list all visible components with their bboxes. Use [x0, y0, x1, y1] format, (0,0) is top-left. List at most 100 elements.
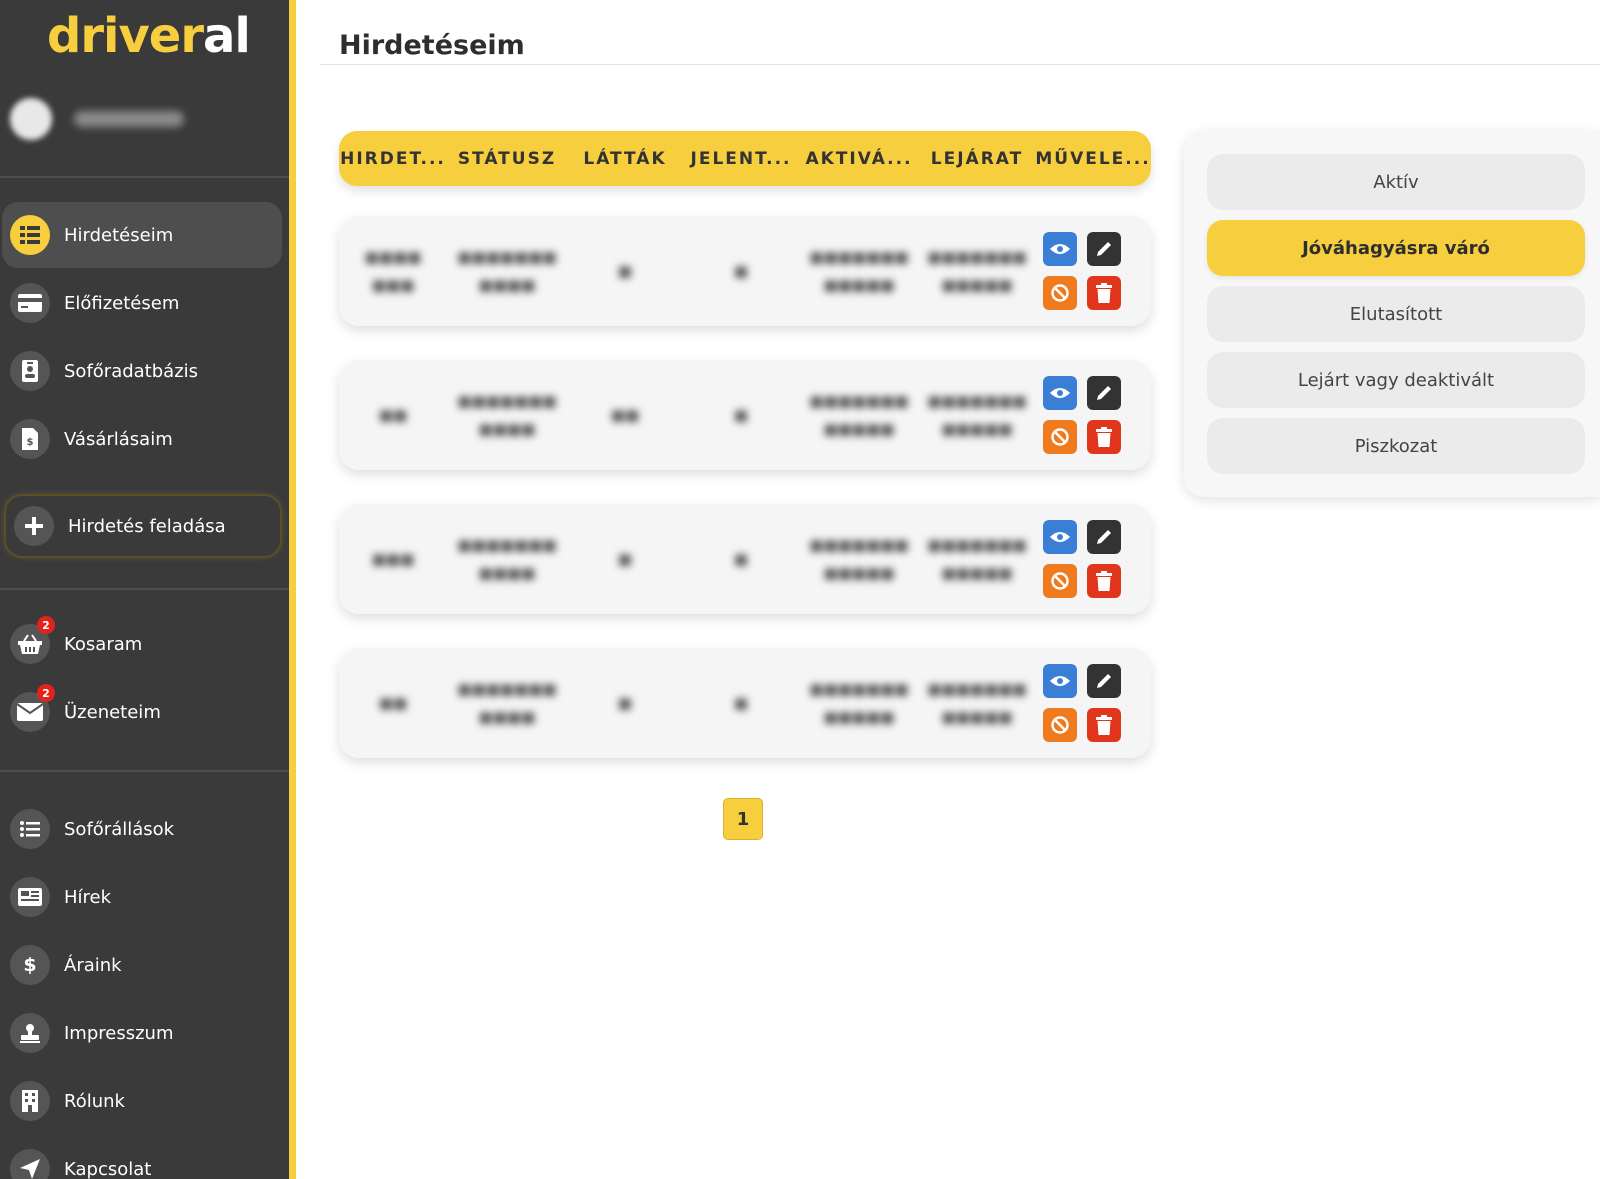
column-header[interactable]: LÁTTÁK	[567, 149, 683, 169]
filter-expired-or-deactivated[interactable]: Lejárt vagy deaktivált	[1207, 352, 1585, 408]
delete-button[interactable]	[1087, 420, 1121, 454]
row-actions	[1043, 376, 1121, 454]
cell-expiry: ■■■■■■■ ■■■■■	[927, 392, 1027, 438]
sidebar-item-kapcsolat[interactable]: Kapcsolat	[2, 1136, 282, 1179]
table-row[interactable]: ■■■■ ■■■ ■■■■■■■ ■■■■ ■ ■ ■■■■■■■ ■■■■■ ■■■…	[339, 216, 1151, 326]
cell-activated: ■■■■■■■ ■■■■■	[809, 680, 909, 726]
eye-icon	[1050, 532, 1070, 542]
column-header[interactable]: HIRDET...	[339, 149, 447, 169]
sidebar-item-uzeneteim[interactable]: 2 Üzeneteim	[2, 679, 282, 745]
edit-button[interactable]	[1087, 232, 1121, 266]
paper-plane-icon	[10, 1149, 50, 1179]
trash-icon	[1096, 571, 1112, 591]
plus-icon	[14, 506, 54, 546]
cell-views: ■	[617, 262, 633, 280]
title-divider	[320, 64, 1600, 65]
trash-icon	[1096, 715, 1112, 735]
cell-ad: ■■	[378, 406, 408, 424]
cell-expiry: ■■■■■■■ ■■■■■	[927, 248, 1027, 294]
trash-icon	[1096, 427, 1112, 447]
cell-ad: ■■	[378, 694, 408, 712]
deactivate-button[interactable]	[1043, 276, 1077, 310]
sidebar-item-hirek[interactable]: Hírek	[2, 864, 282, 930]
cell-reports: ■	[733, 406, 749, 424]
avatar	[10, 98, 52, 140]
cell-activated: ■■■■■■■ ■■■■■	[809, 392, 909, 438]
view-button[interactable]	[1043, 664, 1077, 698]
cell-expiry: ■■■■■■■ ■■■■■	[927, 680, 1027, 726]
filter-pending-approval[interactable]: Jóváhagyásra váró	[1207, 220, 1585, 276]
deactivate-button[interactable]	[1043, 708, 1077, 742]
sidebar-item-elofizetesem[interactable]: Előfizetésem	[2, 270, 282, 336]
ban-icon	[1051, 572, 1069, 590]
delete-button[interactable]	[1087, 564, 1121, 598]
ban-icon	[1051, 428, 1069, 446]
sidebar-divider	[0, 770, 289, 772]
dollar-icon: $	[10, 945, 50, 985]
sidebar-item-soforallasok[interactable]: Sofőrállások	[2, 796, 282, 862]
pencil-icon	[1097, 386, 1111, 400]
sidebar-item-rolunk[interactable]: Rólunk	[2, 1068, 282, 1134]
building-icon	[10, 1081, 50, 1121]
cell-activated: ■■■■■■■ ■■■■■	[809, 248, 909, 294]
edit-button[interactable]	[1087, 664, 1121, 698]
cell-ad: ■■■	[371, 550, 415, 568]
table-row[interactable]: ■■ ■■■■■■■ ■■■■ ■ ■ ■■■■■■■ ■■■■■ ■■■■■■■ ■…	[339, 648, 1151, 758]
eye-icon	[1050, 388, 1070, 398]
filter-draft[interactable]: Piszkozat	[1207, 418, 1585, 474]
view-button[interactable]	[1043, 376, 1077, 410]
svg-text:$: $	[27, 437, 34, 448]
sidebar-item-soforadatbazis[interactable]: Sofőradatbázis	[2, 338, 282, 404]
post-ad-button[interactable]: Hirdetés feladása	[4, 494, 282, 558]
envelope-icon: 2	[10, 684, 55, 732]
sidebar-item-vasarlasaim[interactable]: $ Vásárlásaim	[2, 406, 282, 472]
delete-button[interactable]	[1087, 276, 1121, 310]
table-row[interactable]: ■■ ■■■■■■■ ■■■■ ■■ ■ ■■■■■■■ ■■■■■ ■■■■■■■…	[339, 360, 1151, 470]
sidebar-item-araink[interactable]: $ Áraink	[2, 932, 282, 998]
cart-badge: 2	[37, 616, 55, 634]
row-actions	[1043, 232, 1121, 310]
column-header[interactable]: AKTIVÁ...	[799, 149, 919, 169]
pencil-icon	[1097, 530, 1111, 544]
stamp-icon	[10, 1013, 50, 1053]
pencil-icon	[1097, 674, 1111, 688]
sidebar-item-hirdeteseim[interactable]: Hirdetéseim	[2, 202, 282, 268]
eye-icon	[1050, 676, 1070, 686]
row-actions	[1043, 664, 1121, 742]
column-header[interactable]: MŰVELE...	[1035, 149, 1151, 169]
eye-icon	[1050, 244, 1070, 254]
column-header[interactable]: LEJÁRAT	[919, 149, 1035, 169]
cell-reports: ■	[733, 550, 749, 568]
view-button[interactable]	[1043, 520, 1077, 554]
filter-active[interactable]: Aktív	[1207, 154, 1585, 210]
column-header[interactable]: JELENT...	[683, 149, 799, 169]
edit-button[interactable]	[1087, 520, 1121, 554]
table-header: HIRDET... STÁTUSZ LÁTTÁK JELENT... AKTIV…	[339, 131, 1151, 186]
cell-ad: ■■■■ ■■■	[364, 248, 422, 294]
user-name-blurred	[74, 111, 184, 127]
sidebar-item-impresszum[interactable]: Impresszum	[2, 1000, 282, 1066]
ban-icon	[1051, 284, 1069, 302]
deactivate-button[interactable]	[1043, 420, 1077, 454]
cell-reports: ■	[733, 262, 749, 280]
delete-button[interactable]	[1087, 708, 1121, 742]
table-row[interactable]: ■■■ ■■■■■■■ ■■■■ ■ ■ ■■■■■■■ ■■■■■ ■■■■■■■…	[339, 504, 1151, 614]
deactivate-button[interactable]	[1043, 564, 1077, 598]
pagination-page-1[interactable]: 1	[723, 798, 763, 840]
edit-button[interactable]	[1087, 376, 1121, 410]
row-actions	[1043, 520, 1121, 598]
filter-rejected[interactable]: Elutasított	[1207, 286, 1585, 342]
list-icon	[10, 215, 50, 255]
cell-status: ■■■■■■■ ■■■■	[457, 536, 557, 582]
view-button[interactable]	[1043, 232, 1077, 266]
page-title: Hirdetéseim	[339, 30, 525, 61]
sidebar-item-kosaram[interactable]: 2 Kosaram	[2, 611, 282, 677]
cell-reports: ■	[733, 694, 749, 712]
column-header[interactable]: STÁTUSZ	[447, 149, 567, 169]
cell-views: ■	[617, 694, 633, 712]
status-filter-panel: Aktív Jóváhagyásra váró Elutasított Lejá…	[1184, 131, 1600, 497]
credit-card-icon	[10, 283, 50, 323]
logo[interactable]: driveral	[47, 8, 251, 64]
basket-icon: 2	[10, 616, 55, 664]
user-profile[interactable]	[10, 98, 184, 140]
